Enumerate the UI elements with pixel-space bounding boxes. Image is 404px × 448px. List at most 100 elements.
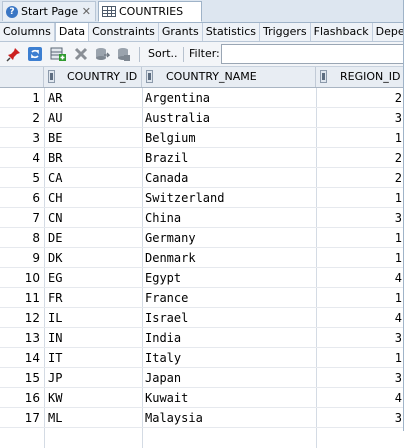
- cell-country-name[interactable]: Malaysia: [145, 408, 315, 428]
- cell-region-id[interactable]: 3: [318, 108, 402, 128]
- cell-country-id[interactable]: CN: [48, 208, 140, 228]
- cell-region-id[interactable]: 4: [318, 388, 402, 408]
- table-row[interactable]: 11 FR France 1: [0, 288, 404, 308]
- insert-row-icon[interactable]: [50, 46, 66, 62]
- cell-region-id[interactable]: 1: [318, 348, 402, 368]
- cell-region-id[interactable]: 2: [318, 168, 402, 188]
- column-pin-icon: [320, 70, 327, 83]
- cell-country-name[interactable]: Denmark: [145, 248, 315, 268]
- row-number: 6: [32, 191, 40, 205]
- cell-region-id[interactable]: 3: [318, 368, 402, 388]
- cell-country-id[interactable]: CA: [48, 168, 140, 188]
- refresh-icon[interactable]: [27, 46, 43, 62]
- cell-country-id[interactable]: BR: [48, 148, 140, 168]
- table-row[interactable]: 8 DE Germany 1: [0, 228, 404, 248]
- table-row[interactable]: 16 KW Kuwait 4: [0, 388, 404, 408]
- cell-country-id[interactable]: BE: [48, 128, 140, 148]
- table-row[interactable]: 2 AU Australia 3: [0, 108, 404, 128]
- column-header-region-id[interactable]: REGION_ID: [316, 67, 404, 87]
- cell-country-id[interactable]: IT: [48, 348, 140, 368]
- cell-country-id[interactable]: CH: [48, 188, 140, 208]
- cell-country-id[interactable]: FR: [48, 288, 140, 308]
- column-pin-icon: [146, 70, 153, 83]
- cell-country-name[interactable]: Australia: [145, 108, 315, 128]
- cell-region-id[interactable]: 4: [318, 268, 402, 288]
- subtab-grants[interactable]: Grants: [159, 23, 203, 41]
- cell-country-id[interactable]: DK: [48, 248, 140, 268]
- cell-region-id[interactable]: 1: [318, 188, 402, 208]
- cell-country-name[interactable]: France: [145, 288, 315, 308]
- subtab-flashback[interactable]: Flashback: [311, 23, 373, 41]
- cell-country-name[interactable]: Germany: [145, 228, 315, 248]
- cell-region-id[interactable]: 3: [318, 408, 402, 428]
- pin-icon[interactable]: [6, 46, 22, 62]
- filter-input[interactable]: [221, 44, 404, 64]
- table-row[interactable]: 13 IN India 3: [0, 328, 404, 348]
- table-row[interactable]: 10 EG Egypt 4: [0, 268, 404, 288]
- subtab-triggers[interactable]: Triggers: [260, 23, 311, 41]
- subtab-statistics[interactable]: Statistics: [203, 23, 260, 41]
- table-row[interactable]: 1 AR Argentina 2: [0, 88, 404, 108]
- cell-country-id[interactable]: AU: [48, 108, 140, 128]
- cell-region-id[interactable]: 2: [318, 88, 402, 108]
- cell-country-id[interactable]: AR: [48, 88, 140, 108]
- cell-country-name[interactable]: Argentina: [145, 88, 315, 108]
- sort-button[interactable]: Sort..: [148, 47, 178, 60]
- cell-country-id[interactable]: IN: [48, 328, 140, 348]
- column-header-country-name[interactable]: COUNTRY_NAME: [142, 67, 316, 87]
- rollback-icon[interactable]: [115, 46, 131, 62]
- subtab-data[interactable]: Data: [54, 23, 90, 41]
- cell-country-name[interactable]: Japan: [145, 368, 315, 388]
- table-row[interactable]: 12 IL Israel 4: [0, 308, 404, 328]
- cell-region-id[interactable]: 1: [318, 128, 402, 148]
- row-number: 1: [32, 91, 40, 105]
- table-icon: [102, 6, 116, 17]
- cell-country-id[interactable]: ML: [48, 408, 140, 428]
- tab-countries-label: COUNTRIES: [119, 5, 184, 18]
- table-row[interactable]: 15 JP Japan 3: [0, 368, 404, 388]
- cell-region-id[interactable]: 4: [318, 308, 402, 328]
- tab-start-page[interactable]: ? Start Page ✕: [2, 1, 96, 21]
- filter-label: Filter:: [189, 47, 220, 60]
- table-row[interactable]: 4 BR Brazil 2: [0, 148, 404, 168]
- table-row[interactable]: 14 IT Italy 1: [0, 348, 404, 368]
- delete-row-icon[interactable]: [73, 46, 89, 62]
- cell-country-id[interactable]: JP: [48, 368, 140, 388]
- tab-countries[interactable]: COUNTRIES: [98, 1, 202, 22]
- column-pin-icon: [48, 70, 55, 83]
- cell-country-name[interactable]: Canada: [145, 168, 315, 188]
- cell-country-name[interactable]: Brazil: [145, 148, 315, 168]
- cell-country-id[interactable]: DE: [48, 228, 140, 248]
- close-icon[interactable]: ✕: [82, 5, 91, 18]
- commit-icon[interactable]: [94, 46, 110, 62]
- column-header-country-id[interactable]: COUNTRY_ID: [44, 67, 142, 87]
- cell-country-id[interactable]: KW: [48, 388, 140, 408]
- cell-country-id[interactable]: EG: [48, 268, 140, 288]
- cell-country-id[interactable]: IL: [48, 308, 140, 328]
- cell-region-id[interactable]: 1: [318, 288, 402, 308]
- cell-country-name[interactable]: India: [145, 328, 315, 348]
- table-row[interactable]: 3 BE Belgium 1: [0, 128, 404, 148]
- row-number: 17: [24, 411, 40, 425]
- object-subtabs: Columns Data Constraints Grants Statisti…: [0, 23, 404, 42]
- cell-region-id[interactable]: 3: [318, 208, 402, 228]
- subtab-dependencies[interactable]: Depe: [373, 23, 404, 41]
- table-row[interactable]: 7 CN China 3: [0, 208, 404, 228]
- cell-country-name[interactable]: Israel: [145, 308, 315, 328]
- table-row[interactable]: 9 DK Denmark 1: [0, 248, 404, 268]
- cell-region-id[interactable]: 1: [318, 228, 402, 248]
- cell-country-name[interactable]: Egypt: [145, 268, 315, 288]
- cell-region-id[interactable]: 2: [318, 148, 402, 168]
- cell-country-name[interactable]: Belgium: [145, 128, 315, 148]
- table-row[interactable]: 6 CH Switzerland 1: [0, 188, 404, 208]
- subtab-constraints[interactable]: Constraints: [89, 23, 159, 41]
- cell-country-name[interactable]: China: [145, 208, 315, 228]
- subtab-columns[interactable]: Columns: [0, 23, 55, 41]
- table-row[interactable]: 17 ML Malaysia 3: [0, 408, 404, 428]
- cell-country-name[interactable]: Kuwait: [145, 388, 315, 408]
- cell-region-id[interactable]: 3: [318, 328, 402, 348]
- cell-region-id[interactable]: 1: [318, 248, 402, 268]
- table-row[interactable]: 5 CA Canada 2: [0, 168, 404, 188]
- cell-country-name[interactable]: Italy: [145, 348, 315, 368]
- cell-country-name[interactable]: Switzerland: [145, 188, 315, 208]
